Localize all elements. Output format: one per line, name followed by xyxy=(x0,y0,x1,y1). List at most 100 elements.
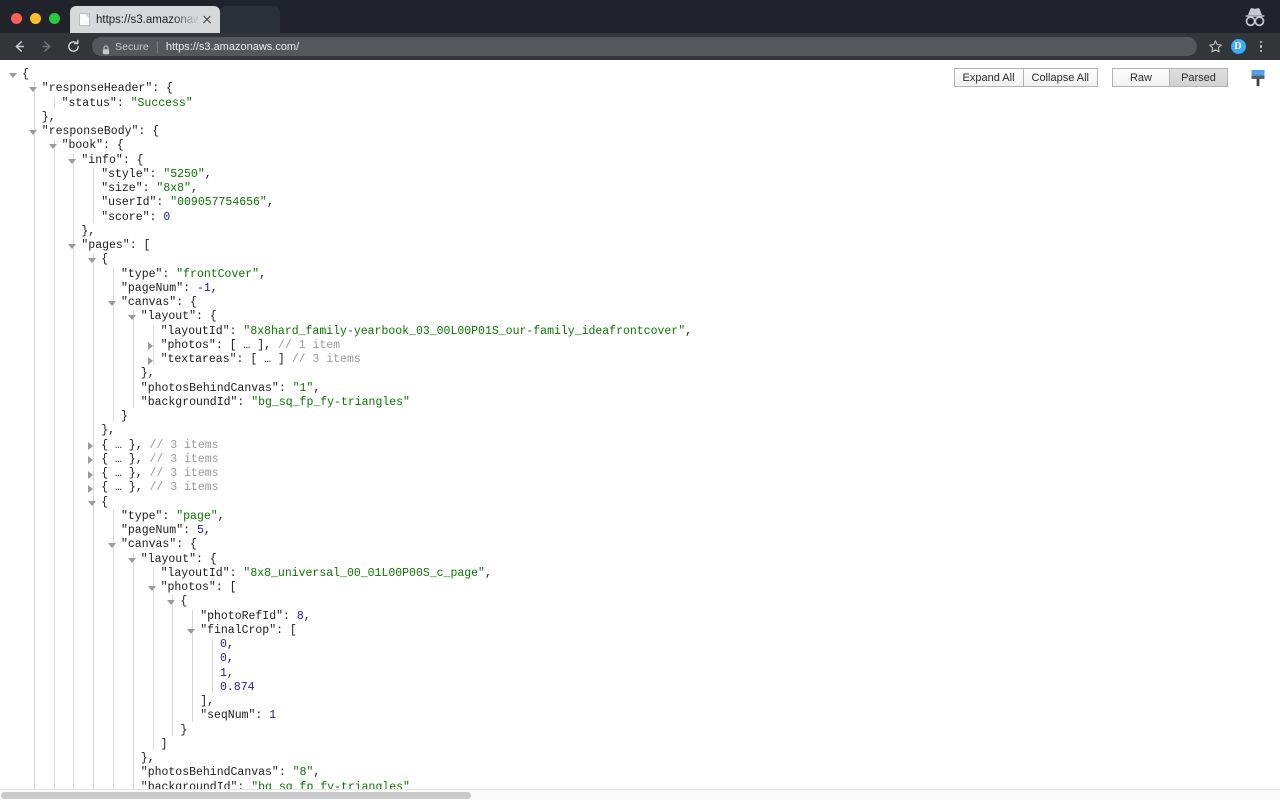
raw-view-button[interactable]: Raw xyxy=(1112,68,1170,87)
collapse-triangle-icon[interactable] xyxy=(88,258,96,263)
json-line-content: 0.874 xyxy=(220,681,255,695)
collapse-triangle-icon[interactable] xyxy=(68,244,76,249)
json-line-content: "book": { xyxy=(62,139,124,153)
collapse-triangle-icon[interactable] xyxy=(128,315,136,320)
address-bar[interactable]: Secure https://s3.amazonaws.com/ xyxy=(92,37,1197,56)
address-bar-url[interactable]: https://s3.amazonaws.com/ xyxy=(166,41,299,53)
json-line-content: "seqNum": 1 xyxy=(200,709,276,723)
json-punctuation: }, xyxy=(81,225,95,238)
json-line: { … }, // 3 items xyxy=(0,467,1280,481)
window-controls[interactable] xyxy=(0,13,70,33)
json-tree[interactable]: {"responseHeader": {"status": "Success"}… xyxy=(0,60,1280,800)
parsed-view-button[interactable]: Parsed xyxy=(1170,68,1228,87)
json-punctuation: : xyxy=(150,168,164,181)
close-tab-icon[interactable] xyxy=(200,13,214,27)
json-key: "layout" xyxy=(141,553,196,566)
collapse-all-button[interactable]: Collapse All xyxy=(1024,68,1098,87)
json-punctuation: ] xyxy=(161,738,168,751)
json-key: "backgroundId" xyxy=(141,396,238,409)
expand-triangle-icon[interactable] xyxy=(148,342,153,350)
json-line: "canvas": { xyxy=(0,296,1280,310)
collapse-triangle-icon[interactable] xyxy=(128,558,136,563)
json-key: "score" xyxy=(101,211,149,224)
json-punctuation: : xyxy=(237,396,251,409)
json-key: "photosBehindCanvas" xyxy=(141,766,279,779)
collapse-triangle-icon[interactable] xyxy=(9,73,17,78)
expand-triangle-icon[interactable] xyxy=(88,442,93,450)
json-punctuation: }, xyxy=(141,752,155,765)
json-punctuation: : xyxy=(117,97,131,110)
json-line: }, xyxy=(0,225,1280,239)
tab-list: https://s3.amazonaws.com/pro xyxy=(70,0,280,33)
json-line-content: "responseHeader": { xyxy=(42,82,173,96)
json-number-value: 1 xyxy=(220,667,227,680)
json-punctuation: : xyxy=(156,196,170,209)
json-line-content: "layoutId": "8x8_universal_00_01L00P00S_… xyxy=(161,567,492,581)
expand-triangle-icon[interactable] xyxy=(148,357,153,365)
expand-triangle-icon[interactable] xyxy=(88,485,93,493)
json-line: ], xyxy=(0,695,1280,709)
json-line: "size": "8x8", xyxy=(0,182,1280,196)
close-window-button[interactable] xyxy=(11,13,22,24)
json-line-content: "pageNum": 5, xyxy=(121,524,211,538)
reload-button[interactable] xyxy=(60,35,86,59)
collapse-triangle-icon[interactable] xyxy=(148,586,156,591)
minimize-window-button[interactable] xyxy=(30,13,41,24)
json-key: "userId" xyxy=(101,196,156,209)
scrollbar-thumb[interactable] xyxy=(1,792,471,799)
browser-menu-button[interactable] xyxy=(1250,36,1272,58)
collapse-triangle-icon[interactable] xyxy=(49,144,57,149)
json-line-content: "layoutId": "8x8hard_family-yearbook_03_… xyxy=(161,325,692,339)
json-string-value: "page" xyxy=(176,510,217,523)
json-line-content: "layout": { xyxy=(141,310,217,324)
expand-triangle-icon[interactable] xyxy=(88,471,93,479)
json-line: { xyxy=(0,253,1280,267)
extension-letter: D xyxy=(1231,39,1246,54)
expand-triangle-icon[interactable] xyxy=(88,456,93,464)
json-key: "canvas" xyxy=(121,296,176,309)
collapse-triangle-icon[interactable] xyxy=(29,130,37,135)
json-line-content: { xyxy=(22,68,29,82)
forward-button[interactable] xyxy=(33,35,59,59)
collapse-triangle-icon[interactable] xyxy=(29,87,37,92)
json-line-content: "layout": { xyxy=(141,553,217,567)
collapse-triangle-icon[interactable] xyxy=(187,629,195,634)
json-key: "book" xyxy=(62,139,103,152)
json-line: "info": { xyxy=(0,154,1280,168)
view-mode-group: Raw Parsed xyxy=(1112,68,1228,87)
json-line-content: { xyxy=(180,595,187,609)
json-line: "seqNum": 1 xyxy=(0,709,1280,723)
json-line: }, xyxy=(0,111,1280,125)
back-button[interactable] xyxy=(6,35,32,59)
json-line-content: "pages": [ xyxy=(81,239,150,253)
json-string-value: "bg_sq_fp_fy-triangles" xyxy=(251,396,410,409)
collapse-triangle-icon[interactable] xyxy=(88,501,96,506)
json-line-content: "canvas": { xyxy=(121,538,197,552)
page-favicon-icon xyxy=(79,13,90,26)
horizontal-scrollbar[interactable] xyxy=(0,789,1280,800)
json-line: 0, xyxy=(0,652,1280,666)
json-item-count-comment: // 3 items xyxy=(285,353,361,366)
json-line: "book": { xyxy=(0,139,1280,153)
json-punctuation: , xyxy=(227,652,234,665)
extension-icon[interactable]: D xyxy=(1227,36,1249,58)
json-punctuation: : xyxy=(230,567,244,580)
json-line: "layoutId": "8x8hard_family-yearbook_03_… xyxy=(0,325,1280,339)
collapse-triangle-icon[interactable] xyxy=(68,159,76,164)
browser-tab-active[interactable]: https://s3.amazonaws.com/pro xyxy=(70,6,220,33)
zoom-window-button[interactable] xyxy=(49,13,60,24)
json-punctuation: : [ … ] xyxy=(237,353,285,366)
json-line: "responseBody": { xyxy=(0,125,1280,139)
filter-icon[interactable] xyxy=(1250,69,1266,87)
collapse-triangle-icon[interactable] xyxy=(108,301,116,306)
collapse-triangle-icon[interactable] xyxy=(167,600,175,605)
json-line-content: "type": "frontCover", xyxy=(121,268,266,282)
json-line: "textareas": [ … ] // 3 items xyxy=(0,353,1280,367)
bookmark-star-icon[interactable] xyxy=(1204,36,1226,58)
json-key: "layoutId" xyxy=(161,567,230,580)
collapse-triangle-icon[interactable] xyxy=(108,543,116,548)
json-punctuation: , xyxy=(218,510,225,523)
json-line-content: "style": "5250", xyxy=(101,168,211,182)
expand-all-button[interactable]: Expand All xyxy=(954,68,1024,87)
json-key: "textareas" xyxy=(161,353,237,366)
